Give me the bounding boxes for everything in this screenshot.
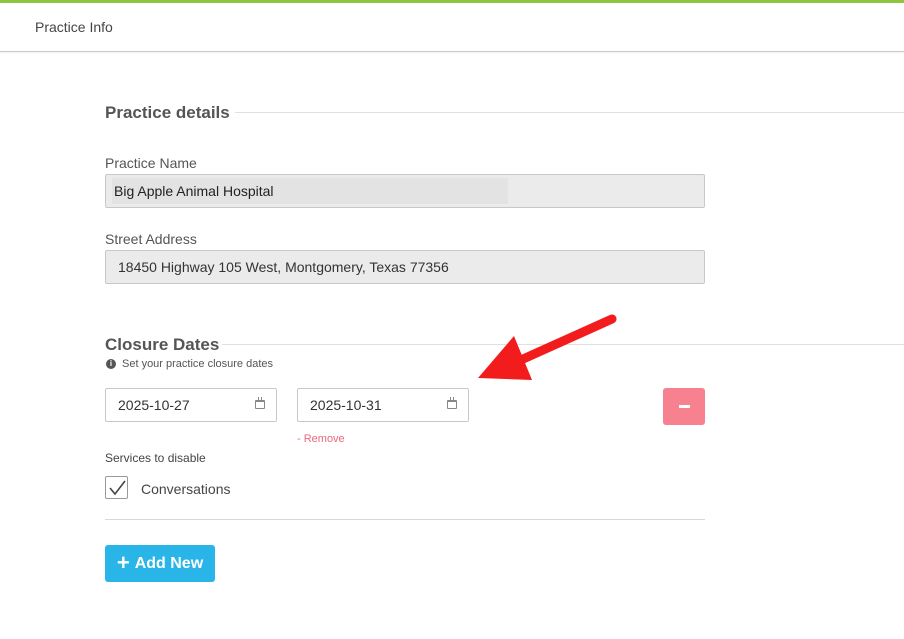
closure-hint-text: Set your practice closure dates [122,358,274,370]
minus-icon [679,405,690,408]
conversations-checkbox[interactable] [105,476,128,499]
street-address-field[interactable]: 18450 Highway 105 West, Montgomery, Texa… [105,250,705,284]
add-new-label: Add New [134,554,204,572]
checkmark-icon [109,480,126,496]
info-circle-icon: i [106,359,116,369]
closure-end-date-input[interactable]: 2025-10-31 [297,388,469,422]
closure-hint: i Set your practice closure dates [106,358,273,370]
closure-end-date-value: 2025-10-31 [310,397,382,413]
street-address-value: 18450 Highway 105 West, Montgomery, Texa… [118,259,449,275]
closure-dates-heading: Closure Dates [105,335,220,354]
calendar-icon[interactable] [447,397,457,409]
page-header: Practice Info [0,3,904,52]
red-arrow-annotation [478,314,617,380]
conversations-checkbox-label[interactable]: Conversations [141,481,231,497]
plus-icon: + [116,549,130,575]
closure-start-date-value: 2025-10-27 [118,397,190,413]
street-address-label: Street Address [105,231,197,247]
services-to-disable-label: Services to disable [105,451,206,465]
closure-divider [105,519,705,520]
section-divider [235,112,904,113]
practice-name-field[interactable]: Big Apple Animal Hospital [105,174,705,208]
practice-name-value: Big Apple Animal Hospital [114,183,274,199]
practice-name-label: Practice Name [105,155,197,171]
page-title: Practice Info [35,19,113,35]
practice-details-heading: Practice details [105,103,230,122]
closure-start-date-input[interactable]: 2025-10-27 [105,388,277,422]
add-new-button[interactable]: + Add New [105,545,215,582]
calendar-icon[interactable] [255,397,265,409]
remove-closure-link[interactable]: - Remove [297,433,345,445]
remove-closure-button[interactable] [663,388,705,425]
